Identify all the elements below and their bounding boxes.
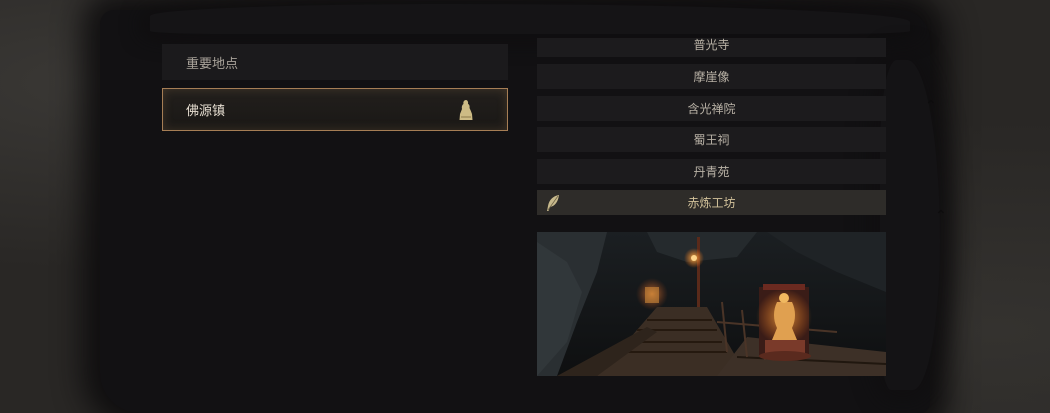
shrine-label: 摩崖像 <box>693 70 730 84</box>
shrine-label: 普光寺 <box>693 38 730 52</box>
game-map-screen: ⌃ ⌃ 重要地点 佛源镇 普光寺 摩崖像 含光禅院 蜀王祠 丹青苑 赤炼工坊 <box>0 0 1050 413</box>
list-item[interactable]: 蜀王祠 <box>537 127 886 152</box>
shrine-label: 丹青苑 <box>693 165 730 179</box>
bird-silhouette-icon: ⌃ <box>935 208 947 224</box>
scene-illustration <box>537 232 886 376</box>
list-item[interactable]: 含光禅院 <box>537 96 886 121</box>
shrine-list: 普光寺 摩崖像 含光禅院 蜀王祠 丹青苑 赤炼工坊 <box>537 38 886 215</box>
location-item-selected[interactable]: 佛源镇 <box>162 88 508 131</box>
shrine-label: 赤炼工坊 <box>687 196 736 210</box>
list-item-selected[interactable]: 赤炼工坊 <box>537 190 886 215</box>
statue-icon <box>459 100 473 120</box>
section-header: 重要地点 <box>162 44 508 80</box>
shrine-label: 含光禅院 <box>687 102 736 116</box>
scene-preview-image <box>537 232 886 376</box>
ink-brush-top <box>150 4 910 34</box>
shrine-list-panel: 普光寺 摩崖像 含光禅院 蜀王祠 丹青苑 赤炼工坊 <box>537 38 886 215</box>
location-label: 佛源镇 <box>186 104 226 119</box>
bird-silhouette-icon: ⌃ <box>925 98 937 114</box>
feather-icon <box>547 195 559 211</box>
list-item[interactable]: 摩崖像 <box>537 64 886 89</box>
shrine-label: 蜀王祠 <box>693 133 730 147</box>
location-category-panel: 重要地点 佛源镇 <box>162 44 508 131</box>
list-item[interactable]: 普光寺 <box>537 38 886 57</box>
list-item[interactable]: 丹青苑 <box>537 159 886 184</box>
